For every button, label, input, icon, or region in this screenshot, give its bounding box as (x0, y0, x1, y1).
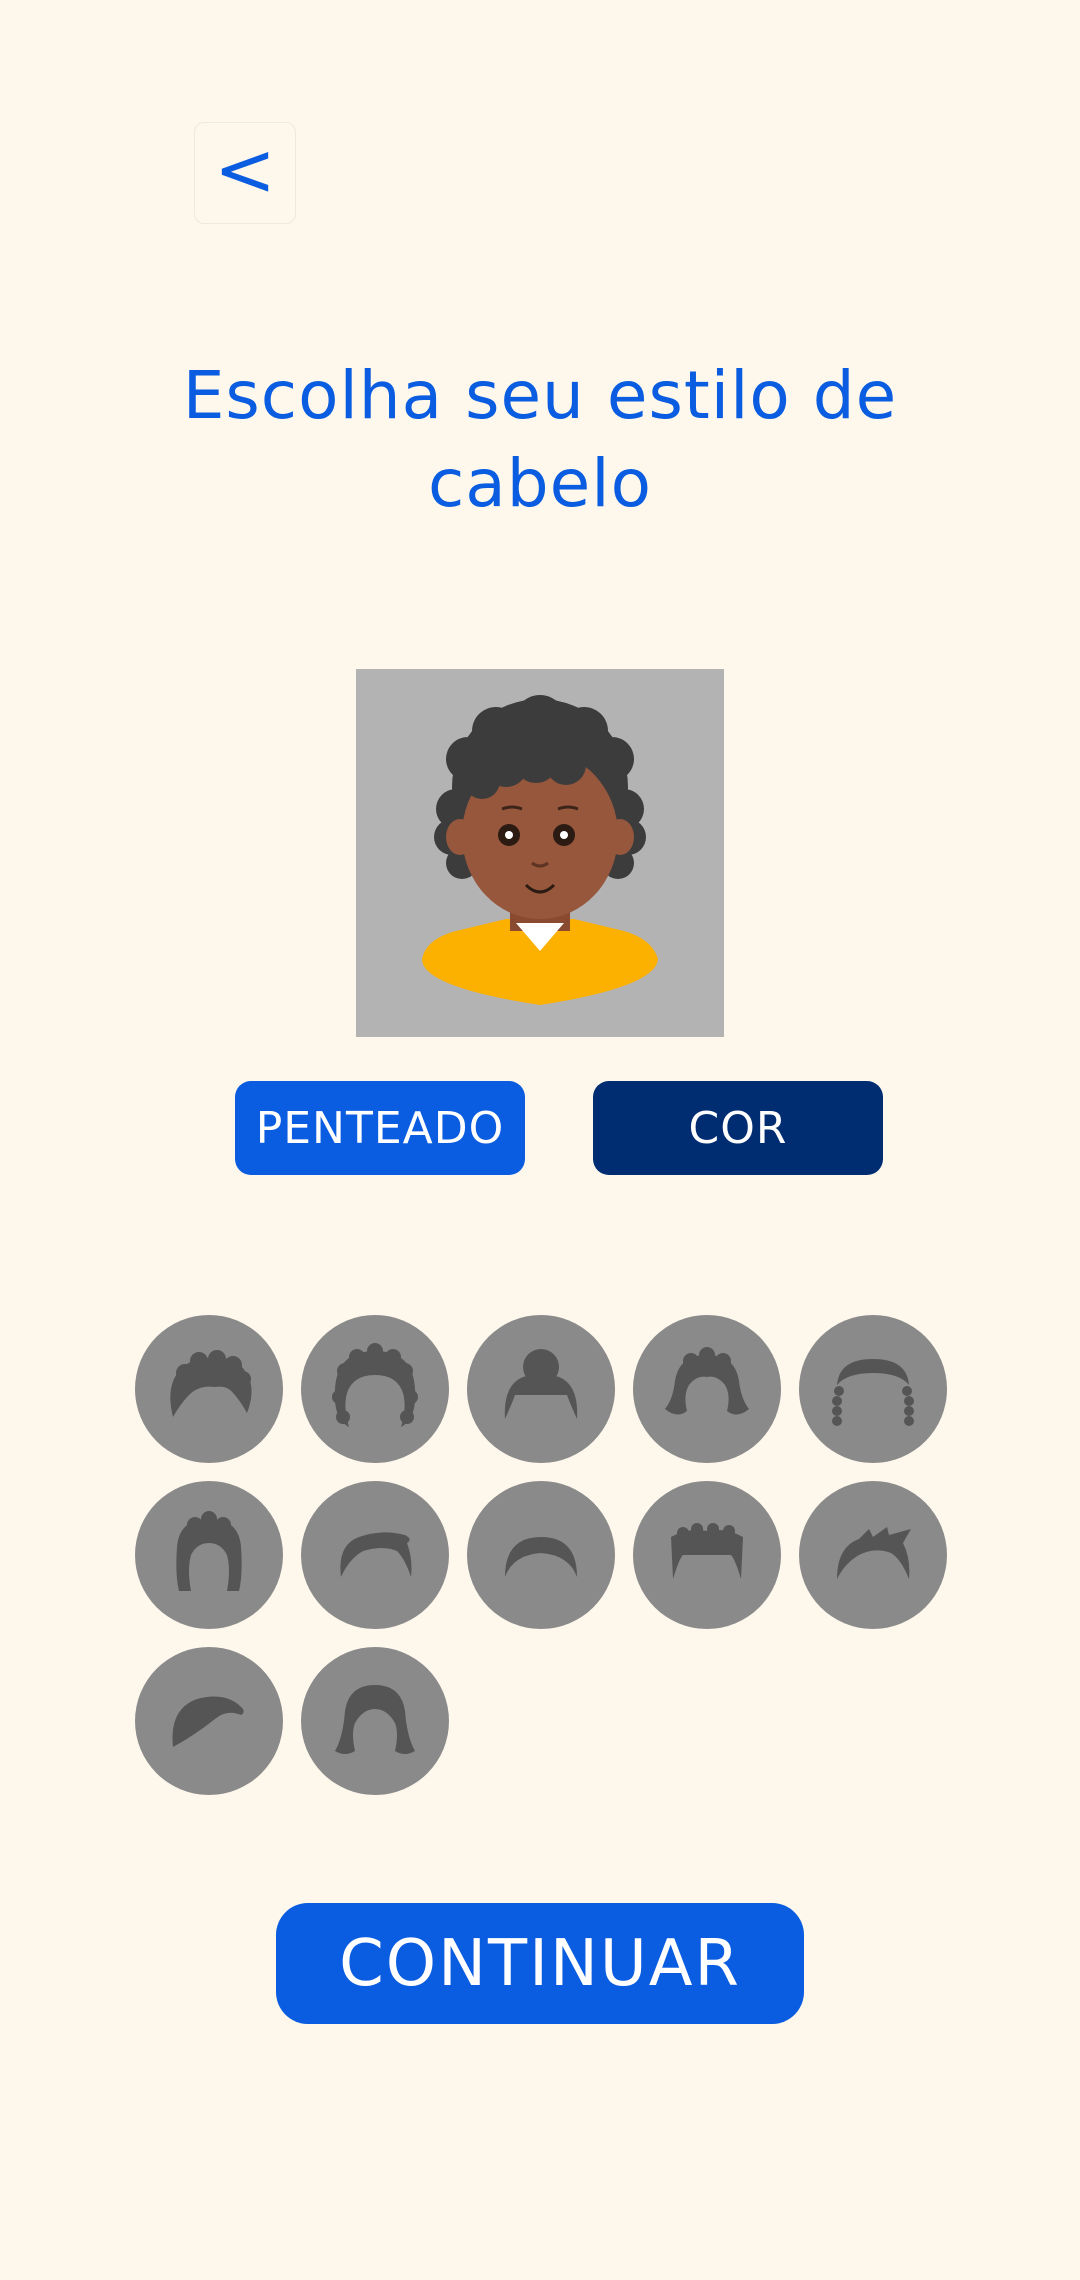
swept-short-hair-icon (340, 1532, 412, 1577)
page-title: Escolha seu estilo de cabelo (182, 357, 898, 522)
braids-hair-icon (832, 1359, 914, 1426)
hair-option-7[interactable] (301, 1481, 449, 1629)
hair-option-4[interactable] (633, 1315, 781, 1463)
continue-button[interactable]: CONTINUAR (276, 1903, 804, 2024)
flat-top-hair-icon (671, 1523, 743, 1579)
back-chevron-icon: < (213, 127, 276, 213)
side-part-hair-icon (172, 1696, 244, 1747)
bun-hair-icon (504, 1349, 578, 1419)
hair-option-8[interactable] (467, 1481, 615, 1629)
long-curly-hair-icon (176, 1511, 242, 1591)
hair-option-6[interactable] (135, 1481, 283, 1629)
tab-cor[interactable]: COR (593, 1081, 883, 1175)
hair-option-9[interactable] (633, 1481, 781, 1629)
afro-hair-icon (332, 1343, 418, 1427)
spiky-hair-icon (837, 1527, 911, 1579)
hair-option-3[interactable] (467, 1315, 615, 1463)
hair-option-5[interactable] (799, 1315, 947, 1463)
hair-option-1[interactable] (135, 1315, 283, 1463)
hair-option-12[interactable] (301, 1647, 449, 1795)
back-button[interactable]: < (194, 122, 296, 224)
curly-short-hair-icon (170, 1350, 252, 1417)
hair-option-2[interactable] (301, 1315, 449, 1463)
hair-option-11[interactable] (135, 1647, 283, 1795)
long-straight-hair-icon (335, 1685, 415, 1754)
avatar-preview (356, 669, 724, 1037)
curly-bob-hair-icon (665, 1347, 749, 1415)
buzz-cut-hair-icon (505, 1537, 577, 1577)
tab-penteado[interactable]: PENTEADO (235, 1081, 525, 1175)
avatar-illustration (422, 695, 658, 1005)
hair-option-10[interactable] (799, 1481, 947, 1629)
